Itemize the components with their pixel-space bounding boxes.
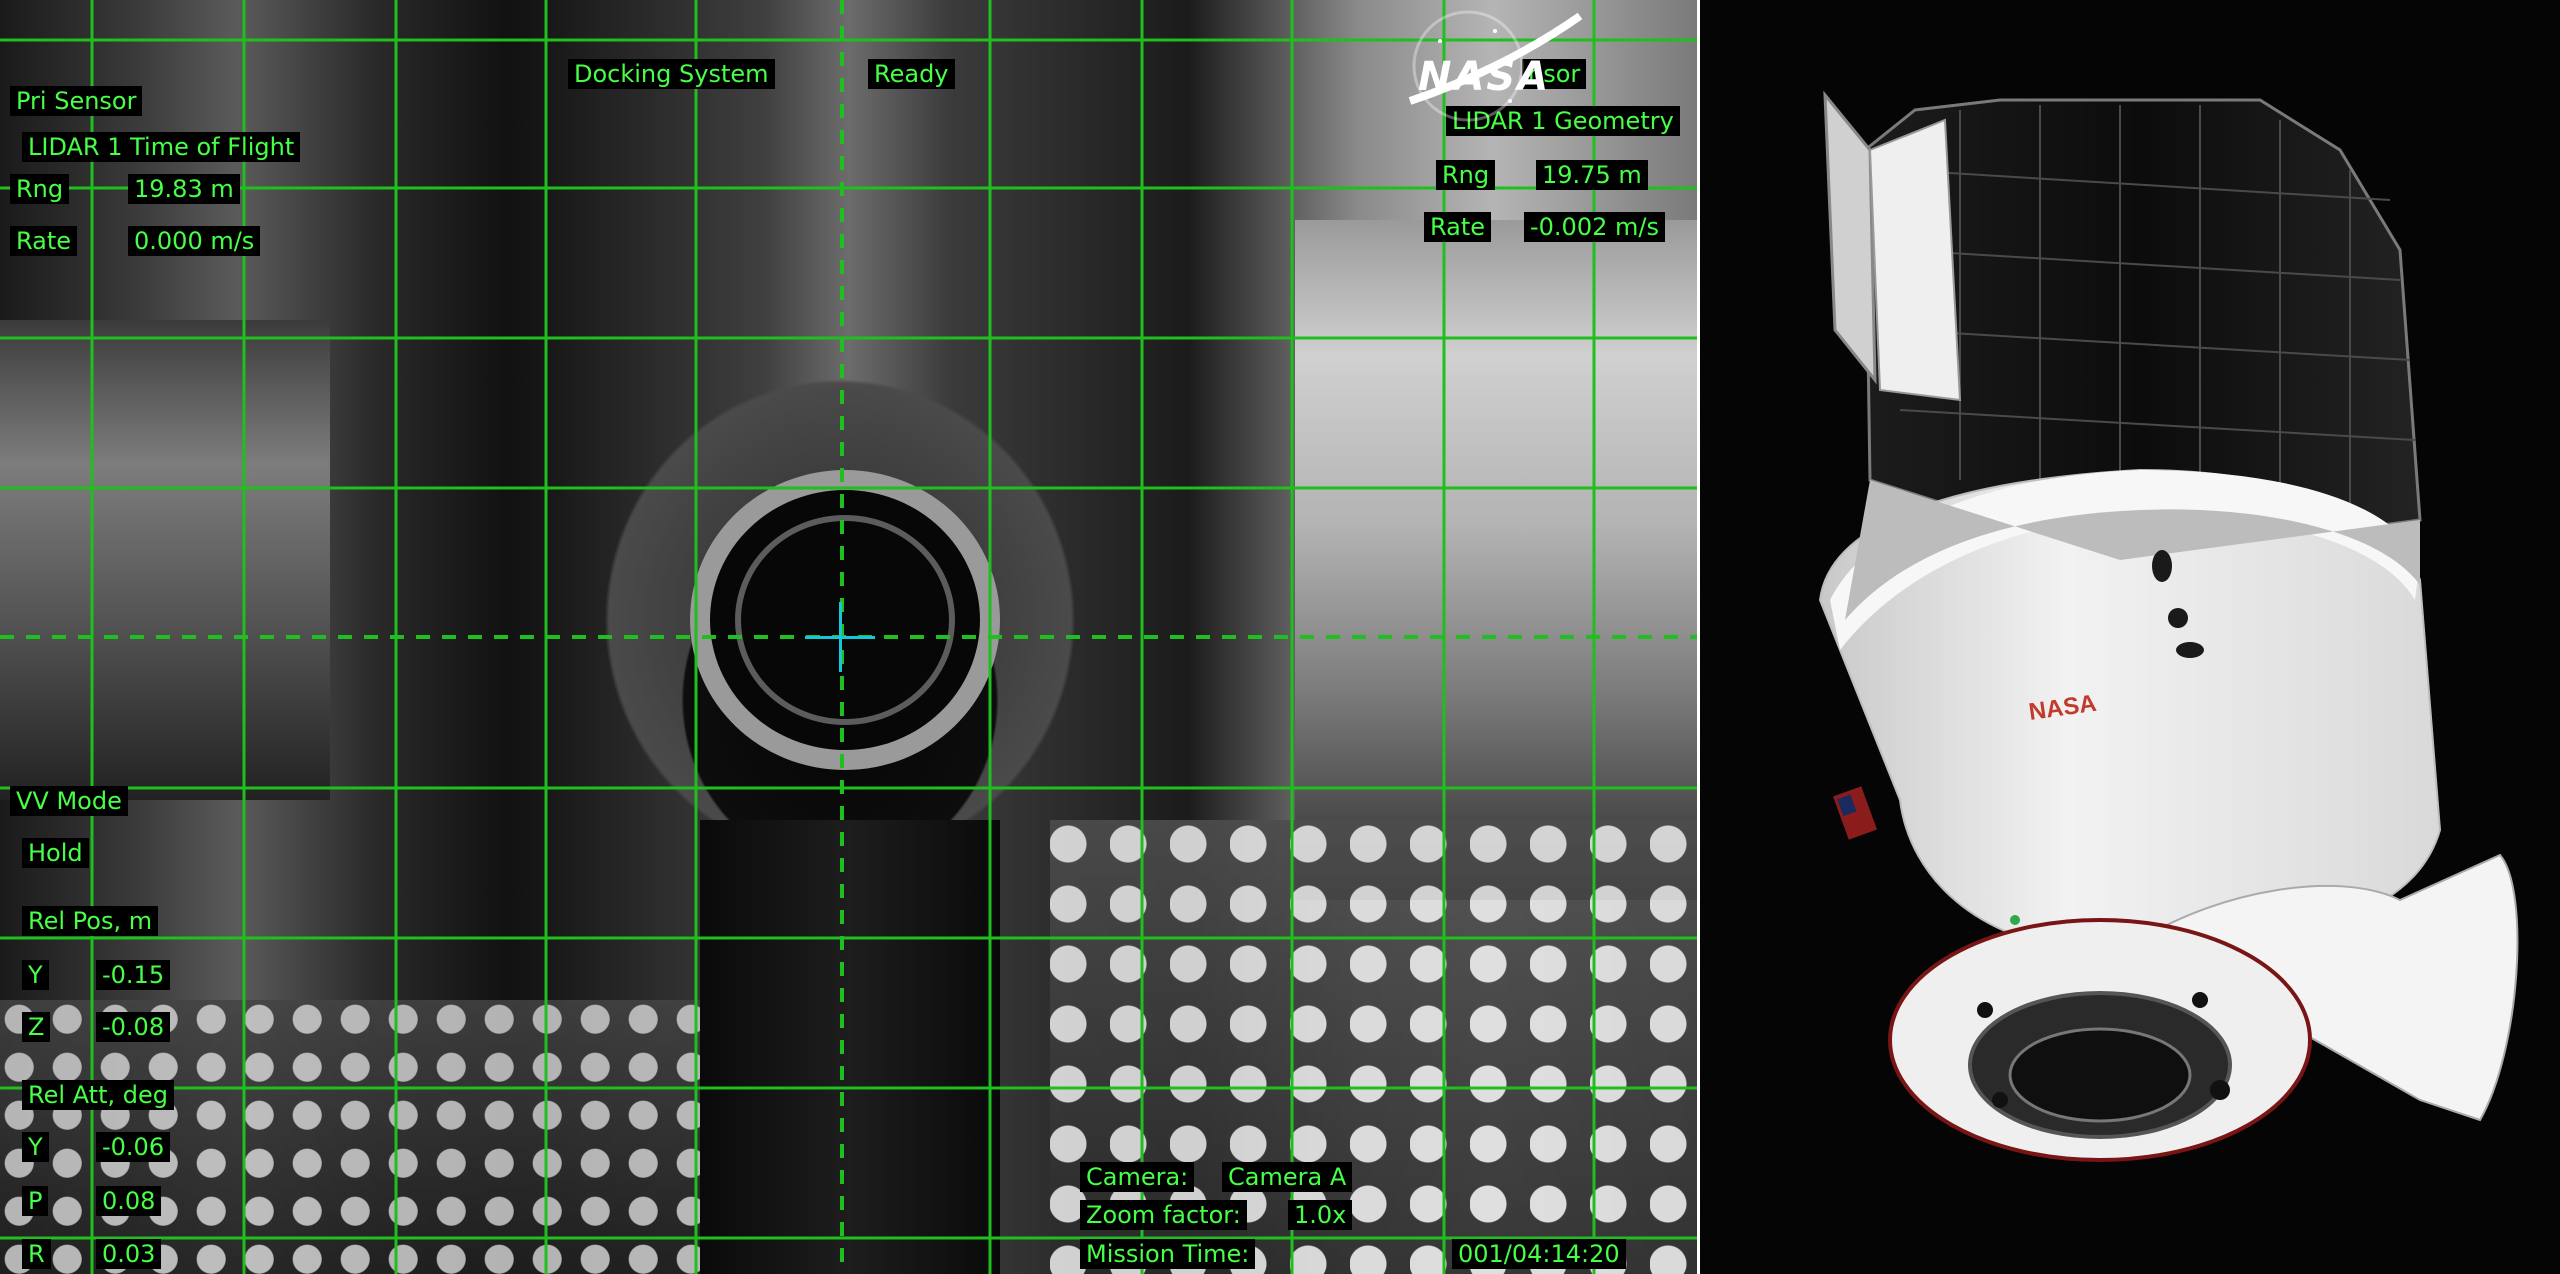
rel-pos-y-label: Y	[22, 960, 49, 990]
sec-rng-value: 19.75 m	[1536, 160, 1648, 190]
crosshair-vertical	[839, 602, 842, 672]
zoom-value: 1.0x	[1288, 1200, 1353, 1230]
pri-rng-label: Rng	[10, 174, 70, 204]
docking-camera-view: Docking System Ready Pri Sensor LIDAR 1 …	[0, 0, 1697, 1274]
mission-time-label: Mission Time:	[1080, 1239, 1256, 1269]
rel-pos-z-label: Z	[22, 1012, 51, 1042]
sec-rate-value: -0.002 m/s	[1524, 212, 1665, 242]
rel-att-r-value: 0.03	[96, 1239, 162, 1269]
rel-att-y-value: -0.06	[96, 1132, 171, 1162]
rel-att-r-label: R	[22, 1239, 51, 1269]
station-module-right	[1295, 220, 1697, 900]
rel-pos-z-value: -0.08	[96, 1012, 171, 1042]
pri-rate-label: Rate	[10, 226, 78, 256]
pri-sensor-source: LIDAR 1 Time of Flight	[22, 132, 301, 162]
rel-att-y-label: Y	[22, 1132, 49, 1162]
sec-rate-label: Rate	[1424, 212, 1492, 242]
rel-att-p-value: 0.08	[96, 1186, 162, 1216]
camera-value: Camera A	[1222, 1162, 1353, 1192]
pri-rng-value: 19.83 m	[128, 174, 240, 204]
rel-att-p-label: P	[22, 1186, 49, 1216]
crew-capsule: NASA	[1818, 90, 2519, 1162]
docking-system-label: Docking System	[568, 59, 775, 89]
rel-pos-label: Rel Pos, m	[22, 906, 159, 936]
rel-pos-y-value: -0.15	[96, 960, 171, 990]
rel-att-label: Rel Att, deg	[22, 1080, 174, 1110]
nasa-logo-text: NASA	[1418, 54, 1551, 100]
pri-sensor-label: Pri Sensor	[10, 86, 143, 116]
camera-label: Camera:	[1080, 1162, 1195, 1192]
spacecraft-view: NASA	[1700, 0, 2560, 1274]
docking-port-inner-ring	[735, 515, 955, 725]
pri-rate-value: 0.000 m/s	[128, 226, 261, 256]
docking-tower-shadow	[700, 820, 1000, 1274]
vv-mode-value: Hold	[22, 838, 89, 868]
mission-time-value: 001/04:14:20	[1452, 1239, 1626, 1269]
docking-system-status: Ready	[868, 59, 955, 89]
sec-rng-label: Rng	[1436, 160, 1496, 190]
capsule-body	[1818, 468, 2519, 1162]
station-module-left	[0, 320, 330, 800]
zoom-label: Zoom factor:	[1080, 1200, 1247, 1230]
vv-mode-label: VV Mode	[10, 786, 128, 816]
